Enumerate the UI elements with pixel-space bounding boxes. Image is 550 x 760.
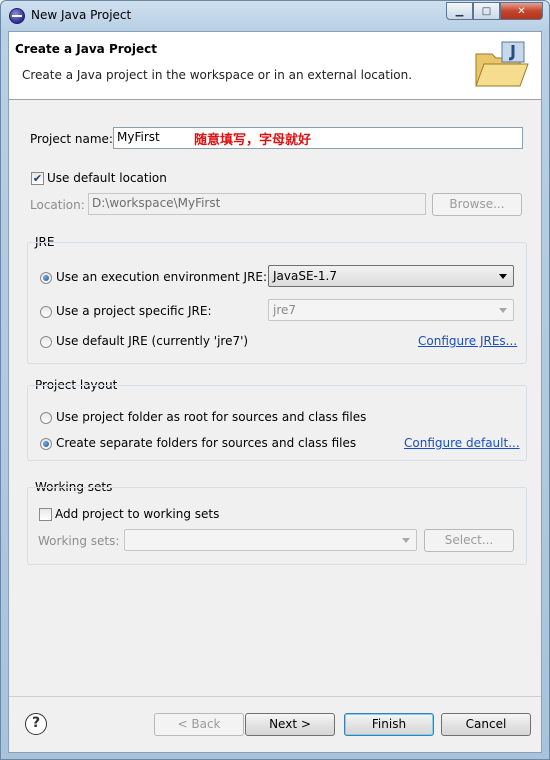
finish-button[interactable]: Finish — [344, 713, 434, 736]
cancel-button[interactable]: Cancel — [441, 713, 531, 736]
jre-specific-radio[interactable] — [40, 306, 52, 318]
jre-env-label: Use an execution environment JRE: — [56, 270, 268, 284]
location-input[interactable]: D:\workspace\MyFirst — [88, 193, 426, 215]
banner-description: Create a Java project in the workspace o… — [22, 68, 413, 82]
add-to-working-sets-label: Add project to working sets — [55, 507, 220, 521]
java-project-folder-icon — [475, 41, 529, 87]
use-default-location-label: Use default location — [47, 171, 167, 185]
jre-env-combo[interactable]: JavaSE-1.7 — [268, 265, 514, 287]
window-title: New Java Project — [31, 8, 132, 22]
working-sets-group — [27, 487, 527, 565]
banner-title: Create a Java Project — [15, 42, 158, 56]
wizard-banner: Create a Java Project Create a Java proj… — [9, 32, 541, 100]
configure-jres-link[interactable]: Configure JREs... — [418, 334, 517, 348]
layout-separate-label: Create separate folders for sources and … — [56, 436, 357, 450]
jre-env-value: JavaSE-1.7 — [273, 269, 337, 283]
jre-specific-label: Use a project specific JRE: — [56, 304, 212, 318]
working-sets-combo[interactable] — [124, 529, 417, 551]
layout-root-radio[interactable] — [40, 412, 52, 424]
select-working-sets-button[interactable]: Select... — [424, 529, 514, 552]
layout-separate-radio[interactable] — [40, 438, 52, 450]
use-default-location-checkbox[interactable]: ✔ — [31, 172, 44, 185]
dialog-window: New Java Project ▁ □ ✕ Create a Java Pro… — [0, 0, 550, 760]
browse-button[interactable]: Browse... — [432, 193, 522, 216]
location-label: Location: — [30, 198, 85, 212]
chevron-down-icon — [499, 308, 507, 313]
maximize-button[interactable]: □ — [473, 2, 500, 20]
jre-env-radio[interactable] — [40, 272, 52, 284]
title-bar[interactable]: New Java Project ▁ □ ✕ — [1, 1, 549, 31]
red-annotation: 随意填写，字母就好 — [194, 133, 312, 148]
minimize-button[interactable]: ▁ — [446, 2, 473, 20]
help-icon[interactable]: ? — [25, 713, 47, 735]
back-button[interactable]: < Back — [154, 713, 244, 736]
working-sets-label: Working sets: — [38, 534, 120, 548]
configure-default-link[interactable]: Configure default... — [404, 436, 520, 450]
window-controls: ▁ □ ✕ — [446, 2, 543, 20]
next-button[interactable]: Next > — [245, 713, 335, 736]
jre-default-label: Use default JRE (currently 'jre7') — [56, 334, 249, 348]
jre-specific-combo[interactable]: jre7 — [268, 299, 514, 321]
chevron-down-icon — [499, 274, 507, 279]
jre-specific-value: jre7 — [273, 303, 297, 317]
eclipse-icon — [9, 8, 25, 24]
layout-root-label: Use project folder as root for sources a… — [56, 410, 367, 424]
project-name-label: Project name: — [30, 132, 113, 146]
jre-default-radio[interactable] — [40, 336, 52, 348]
dialog-client: Create a Java Project Create a Java proj… — [8, 31, 542, 753]
add-to-working-sets-checkbox[interactable] — [39, 508, 52, 521]
footer-separator — [9, 696, 541, 697]
chevron-down-icon — [402, 538, 410, 543]
project-name-input[interactable]: MyFirst — [113, 127, 523, 149]
close-button[interactable]: ✕ — [500, 2, 543, 20]
